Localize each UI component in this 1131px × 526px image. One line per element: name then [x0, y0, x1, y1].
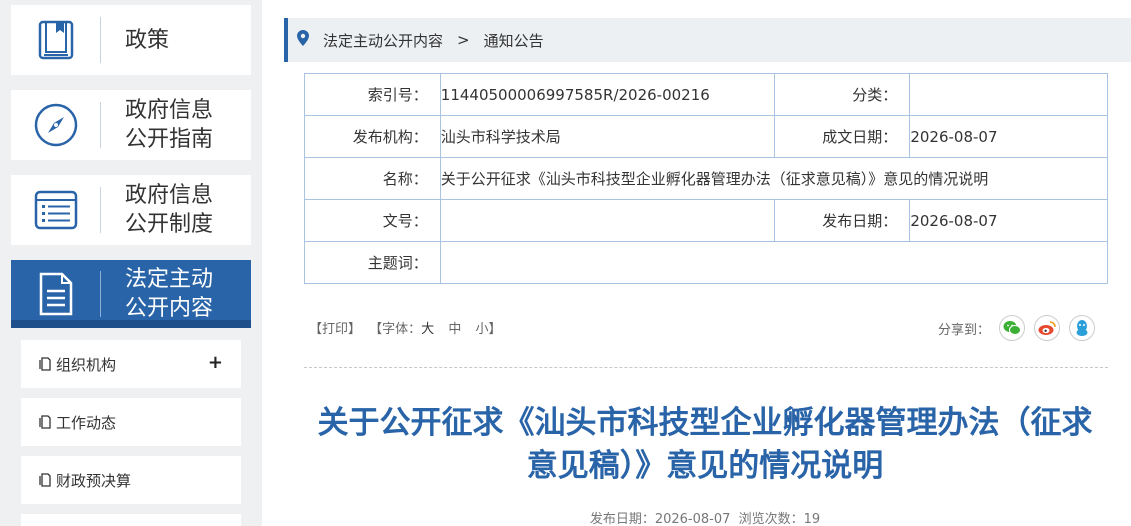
name-value: 关于公开征求《汕头市科技型企业孵化器管理办法（征求意见稿）》意见的情况说明	[439, 157, 1109, 200]
wechat-icon[interactable]	[999, 315, 1026, 341]
sidebar-label-line2: 公开制度	[125, 212, 214, 237]
article-title-line1: 关于公开征求《汕头市科技型企业孵化器管理办法（征求	[317, 405, 1093, 441]
sub-item-next[interactable]	[21, 514, 241, 526]
document-info-table: 索引号： 11440500006997585R/2026-00216 分类： 发…	[304, 73, 1109, 284]
document-icon	[11, 259, 101, 329]
table-row: 文号： 发布日期： 2026-08-07	[304, 199, 1108, 242]
name-label: 名称：	[304, 157, 441, 200]
sub-item-label: 组织机构	[56, 355, 117, 374]
sidebar-label-line1: 政府信息	[125, 183, 214, 208]
sub-item-budget[interactable]: 财政预决算	[21, 456, 241, 504]
sidebar-label-line1: 政府信息	[125, 98, 214, 123]
share-label: 分享到：	[938, 322, 991, 338]
publisher-value: 汕头市科学技术局	[439, 115, 775, 158]
table-row: 索引号： 11440500006997585R/2026-00216 分类：	[304, 73, 1108, 116]
font-size-label: 【字体：	[369, 322, 422, 337]
page-tools: 【打印】 【字体：大 中 小】	[309, 318, 506, 337]
sidebar-label-line1: 法定主动	[125, 267, 214, 292]
created-date-value: 2026-08-07	[909, 115, 1108, 158]
compass-icon	[11, 90, 101, 160]
share-bar: 分享到：	[938, 315, 1096, 341]
list-icon	[11, 175, 101, 245]
breadcrumb-link-notices[interactable]: 通知公告	[484, 30, 544, 51]
subject-label: 主题词：	[304, 241, 441, 284]
font-size-close: 】	[488, 322, 502, 337]
breadcrumb-link-disclosure[interactable]: 法定主动公开内容	[323, 30, 443, 51]
font-small-link[interactable]: 小	[475, 322, 488, 337]
location-pin-icon	[297, 30, 309, 50]
category-value	[909, 73, 1108, 116]
expand-icon[interactable]: +	[208, 352, 223, 373]
qq-icon[interactable]	[1069, 315, 1096, 341]
sidebar: 政策 政府信息 公开指南 政府信息 公开制度 法定主动 公开内容 组织机构 + …	[0, 0, 262, 526]
breadcrumb-separator: >	[457, 31, 470, 49]
divider	[304, 367, 1108, 368]
doc-number-label: 文号：	[304, 199, 441, 242]
sidebar-item-guide[interactable]: 政府信息 公开指南	[11, 90, 251, 160]
doc-number-value	[439, 199, 775, 242]
table-row: 主题词：	[304, 241, 1109, 284]
category-label: 分类：	[773, 73, 911, 116]
book-icon	[11, 5, 101, 75]
font-large-link[interactable]: 大	[421, 322, 434, 337]
article-title-line2: 意见稿）》意见的情况说明	[526, 448, 884, 484]
published-date-value: 2026-08-07	[909, 199, 1108, 242]
sub-item-label: 工作动态	[56, 413, 117, 432]
article-title: 关于公开征求《汕头市科技型企业孵化器管理办法（征求 意见稿）》意见的情况说明	[290, 402, 1120, 488]
weibo-icon[interactable]	[1034, 315, 1061, 341]
page-icon	[39, 473, 53, 487]
sidebar-item-policy[interactable]: 政策	[11, 5, 251, 75]
table-row: 名称： 关于公开征求《汕头市科技型企业孵化器管理办法（征求意见稿）》意见的情况说…	[304, 157, 1109, 200]
print-link[interactable]: 【打印】	[309, 322, 361, 337]
subject-value	[439, 241, 1109, 284]
sidebar-item-system[interactable]: 政府信息 公开制度	[11, 175, 251, 245]
publisher-label: 发布机构：	[304, 115, 441, 158]
article-meta: 发布日期：2026-08-07 浏览次数：19	[589, 512, 821, 526]
sub-item-work-news[interactable]: 工作动态	[21, 398, 241, 446]
published-date-label: 发布日期：	[773, 199, 911, 242]
sidebar-item-disclosure[interactable]: 法定主动 公开内容	[11, 260, 251, 328]
sidebar-label-line1: 政策	[125, 27, 170, 53]
sidebar-label-line2: 公开内容	[125, 296, 214, 321]
table-row: 发布机构： 汕头市科学技术局 成文日期： 2026-08-07	[304, 115, 1108, 158]
sub-item-organization[interactable]: 组织机构 +	[21, 340, 241, 388]
sidebar-label-line2: 公开指南	[125, 127, 214, 152]
sub-item-label: 财政预决算	[56, 471, 132, 490]
breadcrumb: 法定主动公开内容 > 通知公告	[284, 18, 1131, 62]
page-icon	[39, 357, 53, 371]
index-label: 索引号：	[304, 73, 441, 116]
page-icon	[39, 415, 53, 429]
font-medium-link[interactable]: 中	[448, 322, 461, 337]
created-date-label: 成文日期：	[773, 115, 911, 158]
index-value: 11440500006997585R/2026-00216	[439, 73, 775, 116]
